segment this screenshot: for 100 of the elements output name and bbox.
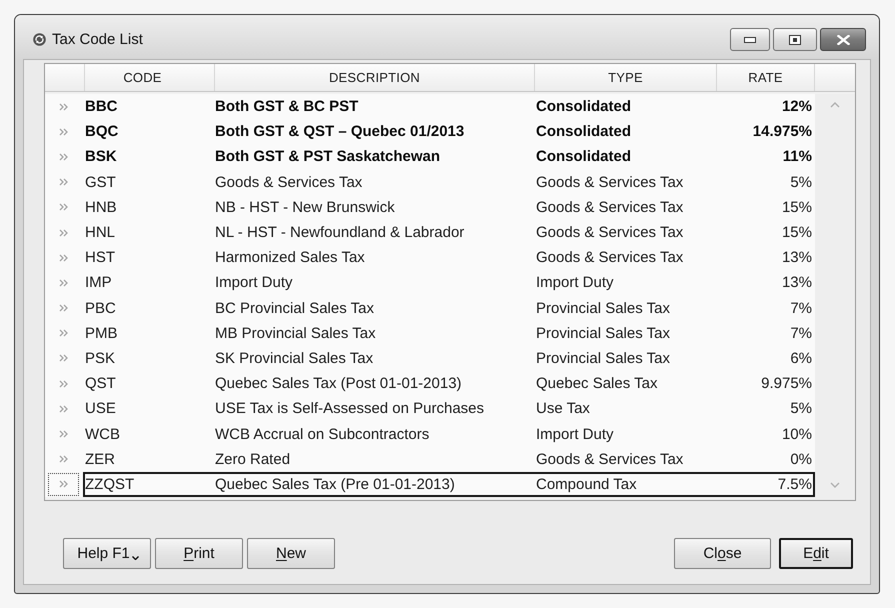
table-cell-text: 7%: [789, 300, 813, 316]
double-chevron-icon: [59, 152, 68, 161]
table-cell-text: USE Tax is Self-Assessed on Purchases: [215, 401, 486, 416]
table-cell-text: NL - HST - Newfoundland & Labrador: [215, 225, 466, 240]
minimize-button[interactable]: [730, 28, 770, 51]
caret-down-icon: [132, 556, 139, 560]
double-chevron-icon: [59, 102, 68, 111]
double-chevron-icon: [59, 430, 68, 438]
double-chevron-icon: [59, 304, 68, 312]
table-row[interactable]: ZER Zero Rated Goods & Services Tax 0%: [45, 446, 815, 472]
table-cell-text: Both GST & BC PST: [215, 99, 360, 114]
double-chevron-icon: [59, 203, 68, 212]
close-icon: [836, 34, 850, 44]
table-cell-text: PMB: [85, 326, 119, 341]
table-cell-text: BQC: [85, 124, 120, 140]
circular-arrows-icon: [33, 33, 46, 46]
window-title: Tax Code List: [52, 31, 143, 48]
table-row[interactable]: IMP Import Duty Import Duty 13%: [45, 270, 815, 296]
table-cell-text: SK Provincial Sales Tax: [215, 350, 374, 366]
double-chevron-icon: [59, 380, 68, 388]
double-chevron-icon: [59, 354, 68, 362]
table-cell-text: 7%: [789, 326, 813, 341]
table-cell-text: 13%: [780, 250, 813, 266]
table-cell-text: 14.975%: [752, 124, 813, 140]
edit-button[interactable]: Edit: [779, 538, 853, 569]
column-header[interactable]: DESCRIPTION: [215, 64, 535, 91]
double-chevron-icon: [59, 228, 68, 237]
table-row[interactable]: HNB NB - HST - New Brunswick Goods & Services Tax 15%: [45, 194, 815, 220]
table-cell-text: Compound Tax: [535, 476, 638, 492]
table-cell-text: 10%: [780, 426, 813, 442]
close-button[interactable]: Close: [674, 538, 771, 569]
double-chevron-icon: [59, 278, 68, 287]
table-row[interactable]: HST Harmonized Sales Tax Goods & Services Tax 13%: [45, 245, 815, 270]
help-f1-button[interactable]: Help F1: [63, 538, 151, 569]
table-cell-text: Goods & Services Tax: [215, 174, 364, 190]
table-cell-text: 5%: [789, 401, 813, 416]
table-cell-text: QST: [85, 376, 117, 392]
table-cell-text: 0%: [789, 452, 813, 467]
table-row[interactable]: HNL NL - HST - Newfoundland & Labrador Goods & Services Tax 15%: [45, 220, 815, 246]
column-header[interactable]: TYPE: [535, 64, 717, 91]
table-cell-text: 11%: [782, 149, 813, 164]
table-cell-text: BSK: [85, 149, 118, 164]
table-cell-text: NB - HST - New Brunswick: [215, 200, 396, 215]
table-cell-text: ZZQST: [85, 476, 136, 492]
table-row[interactable]: GST Goods & Services Tax Goods & Services Tax 5%: [45, 170, 815, 195]
table-cell-text: WCB Accrual on Subcontractors: [215, 426, 430, 442]
table-cell-text: Goods & Services Tax: [535, 225, 684, 240]
table-cell-text: HNL: [85, 225, 116, 240]
table-cell-text: Harmonized Sales Tax: [215, 250, 366, 266]
table-cell-text: Quebec Sales Tax (Pre 01-01-2013): [215, 476, 456, 492]
table-cell-text: Consolidated: [535, 149, 632, 164]
close-button[interactable]: [820, 28, 866, 51]
table-cell-text: PSK: [85, 350, 116, 366]
table-row[interactable]: ZZQST Quebec Sales Tax (Pre 01-01-2013) Compound Tax 7.5%: [45, 472, 815, 497]
minimize-icon: [744, 36, 756, 42]
table-cell-text: Import Duty: [535, 275, 615, 290]
table-cell-text: WCB: [85, 426, 121, 442]
table-cell-text: Provincial Sales Tax: [535, 326, 671, 341]
double-chevron-icon: [59, 455, 68, 464]
chevron-up-icon: [830, 102, 840, 108]
table-cell-text: HST: [85, 250, 116, 266]
table-cell-text: MB Provincial Sales Tax: [215, 326, 377, 341]
table-row[interactable]: QST Quebec Sales Tax (Post 01-01-2013) Quebec Sales Tax 9.975%: [45, 371, 815, 396]
table-cell-text: Goods & Services Tax: [535, 452, 684, 467]
table-cell-text: BBC: [85, 99, 118, 114]
table-cell-text: PBC: [85, 300, 117, 316]
table-cell-text: Provincial Sales Tax: [535, 350, 671, 366]
maximize-button[interactable]: [773, 28, 817, 51]
column-header[interactable]: CODE: [85, 64, 215, 91]
table-row[interactable]: BSK Both GST & PST Saskatchewan Consolidated 11%: [45, 144, 815, 170]
table-cell-text: Goods & Services Tax: [535, 174, 684, 190]
new-button[interactable]: New: [247, 538, 335, 569]
double-chevron-icon: [59, 254, 68, 262]
table-cell-text: Both GST & PST Saskatchewan: [215, 149, 442, 164]
print-button[interactable]: Print: [155, 538, 243, 569]
table-cell-text: Goods & Services Tax: [535, 200, 684, 215]
chevron-down-icon: [830, 482, 840, 488]
table-cell-text: Import Duty: [535, 426, 615, 442]
double-chevron-icon: [59, 404, 68, 413]
table-cell-text: Quebec Sales Tax (Post 01-01-2013): [215, 376, 463, 392]
table-row[interactable]: WCB WCB Accrual on Subcontractors Import Duty 10%: [45, 421, 815, 447]
table-cell-text: BC Provincial Sales Tax: [215, 300, 375, 316]
table-row[interactable]: PMB MB Provincial Sales Tax Provincial Sales Tax 7%: [45, 320, 815, 346]
table-cell-text: 12%: [780, 99, 813, 114]
table-row[interactable]: PBC BC Provincial Sales Tax Provincial Sales Tax 7%: [45, 296, 815, 321]
table-cell-text: ZER: [85, 452, 116, 467]
table-row[interactable]: USE USE Tax is Self-Assessed on Purchases Use Tax 5%: [45, 396, 815, 422]
table-cell-text: Goods & Services Tax: [535, 250, 684, 266]
table-cell-text: Zero Rated: [215, 452, 292, 467]
table-cell-text: IMP: [85, 275, 113, 290]
table-cell-text: 5%: [789, 174, 813, 190]
table-cell-text: HNB: [85, 200, 118, 215]
table-row[interactable]: BQC Both GST & QST – Quebec 01/2013 Consolidated 14.975%: [45, 119, 815, 144]
table-cell-text: Consolidated: [535, 124, 632, 140]
table-row[interactable]: BBC Both GST & BC PST Consolidated 12%: [45, 94, 815, 120]
table-cell-text: 15%: [780, 200, 813, 215]
column-header[interactable]: RATE: [717, 64, 815, 91]
double-chevron-icon: [59, 128, 68, 136]
table-cell-text: Use Tax: [535, 401, 591, 416]
table-row[interactable]: PSK SK Provincial Sales Tax Provincial Sales Tax 6%: [45, 346, 815, 372]
